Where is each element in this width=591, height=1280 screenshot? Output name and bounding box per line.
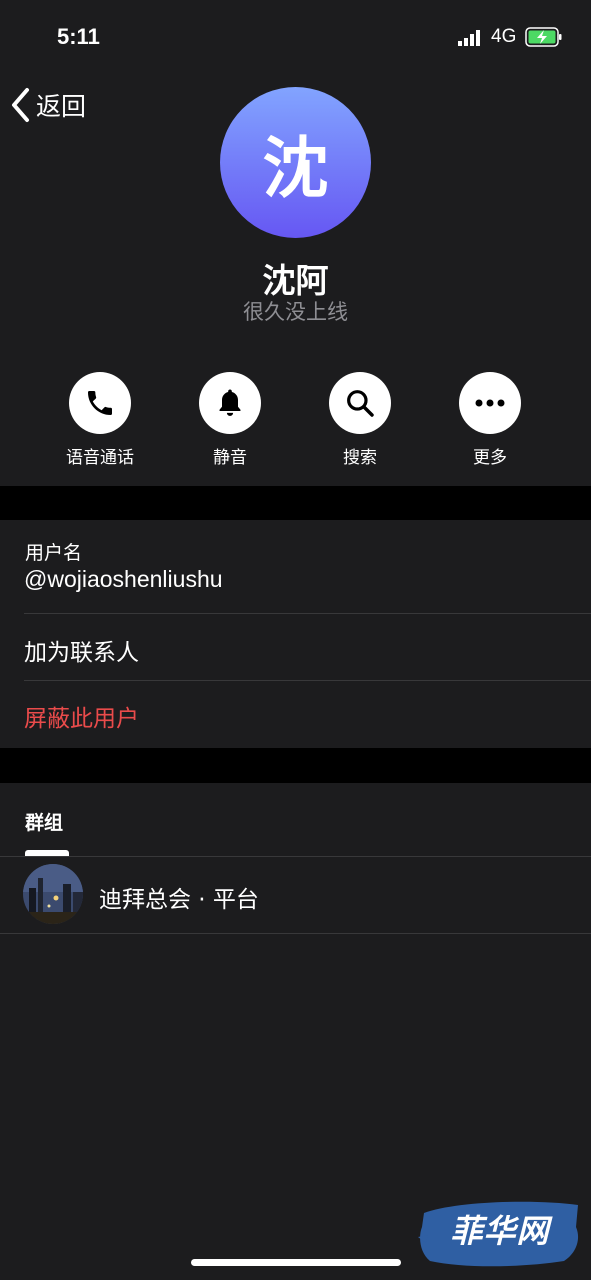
more-button[interactable]: 更多 bbox=[425, 372, 555, 468]
back-button[interactable]: 返回 bbox=[10, 86, 86, 124]
network-type: 4G bbox=[491, 26, 517, 47]
avatar[interactable]: 沈 bbox=[220, 87, 371, 238]
more-circle bbox=[459, 372, 521, 434]
row-divider bbox=[24, 613, 591, 614]
watermark-logo: 菲华网 bbox=[416, 1197, 584, 1269]
battery-charging-icon bbox=[525, 27, 562, 47]
bell-icon bbox=[219, 389, 241, 416]
more-icon bbox=[475, 399, 505, 407]
last-seen-status: 很久没上线 bbox=[243, 300, 348, 324]
phone-icon bbox=[88, 391, 112, 415]
group-list-item[interactable]: 迪拜总会 · 平台 bbox=[0, 857, 591, 933]
add-contact-button[interactable]: 加为联系人 bbox=[24, 633, 139, 667]
voice-call-circle bbox=[69, 372, 131, 434]
group-avatar bbox=[23, 864, 83, 924]
mute-circle bbox=[199, 372, 261, 434]
profile-name: 沈阿 bbox=[262, 261, 329, 300]
groups-tab[interactable]: 群组 bbox=[25, 808, 63, 835]
mute-button[interactable]: 静音 bbox=[165, 372, 295, 468]
group-name: 迪拜总会 · 平台 bbox=[99, 887, 259, 913]
back-label: 返回 bbox=[36, 92, 87, 121]
section-separator bbox=[0, 486, 591, 520]
username-value: @wojiaoshenliushu bbox=[24, 566, 223, 592]
block-user-button[interactable]: 屏蔽此用户 bbox=[24, 699, 139, 733]
search-button[interactable]: 搜索 bbox=[295, 372, 425, 468]
status-bar: 5:11 4G bbox=[0, 0, 591, 80]
voice-call-label: 语音通话 bbox=[66, 448, 134, 468]
voice-call-button[interactable]: 语音通话 bbox=[35, 372, 165, 468]
status-time: 5:11 bbox=[57, 24, 100, 49]
chevron-left-icon bbox=[12, 88, 29, 122]
signal-icon bbox=[458, 30, 480, 46]
avatar-initial: 沈 bbox=[262, 129, 329, 207]
search-circle bbox=[329, 372, 391, 434]
more-label: 更多 bbox=[473, 448, 507, 468]
search-label: 搜索 bbox=[343, 448, 377, 468]
username-label: 用户名 bbox=[25, 542, 83, 564]
row-divider bbox=[0, 933, 591, 934]
city-night-image bbox=[23, 864, 83, 924]
search-icon bbox=[347, 390, 374, 417]
watermark-text: 菲华网 bbox=[450, 1212, 550, 1250]
row-divider bbox=[24, 680, 591, 681]
mute-label: 静音 bbox=[213, 448, 247, 468]
home-indicator[interactable] bbox=[191, 1259, 401, 1266]
section-separator bbox=[0, 748, 591, 783]
